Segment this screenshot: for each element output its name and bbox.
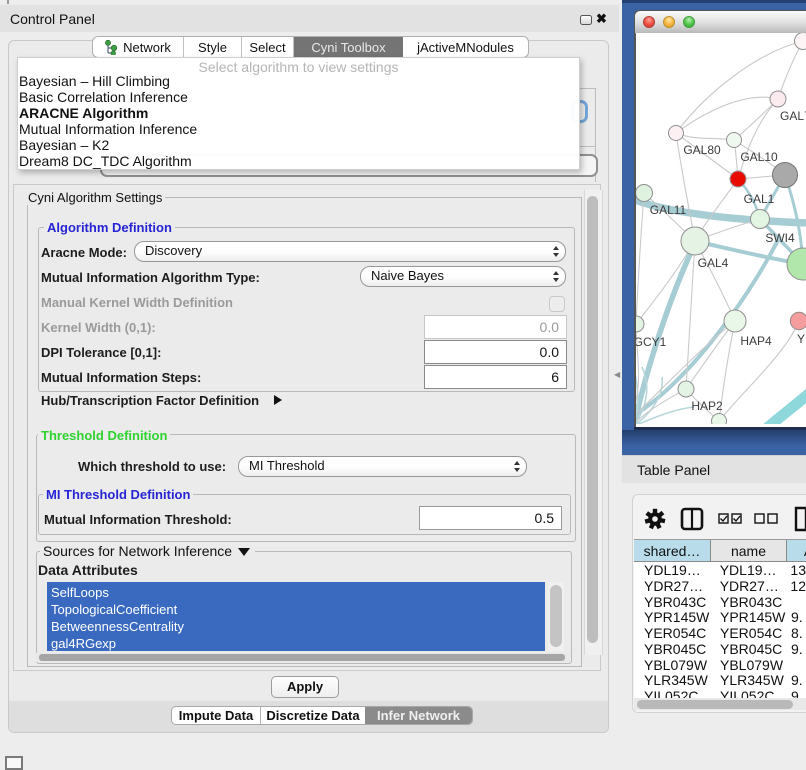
svg-text:GCY1: GCY1 [636,335,667,349]
svg-text:GAL10: GAL10 [740,150,778,164]
svg-text:Y: Y [797,332,805,346]
svg-text:GAL80: GAL80 [683,143,721,157]
svg-text:GAL7: GAL7 [780,109,806,123]
svg-text:HAP4: HAP4 [740,334,772,348]
svg-text:GAL4: GAL4 [698,256,729,270]
svg-text:GAL11: GAL11 [650,203,687,217]
svg-text:SWI4: SWI4 [765,231,795,245]
svg-text:GAL1: GAL1 [744,192,775,206]
svg-text:HAP2: HAP2 [691,399,723,413]
